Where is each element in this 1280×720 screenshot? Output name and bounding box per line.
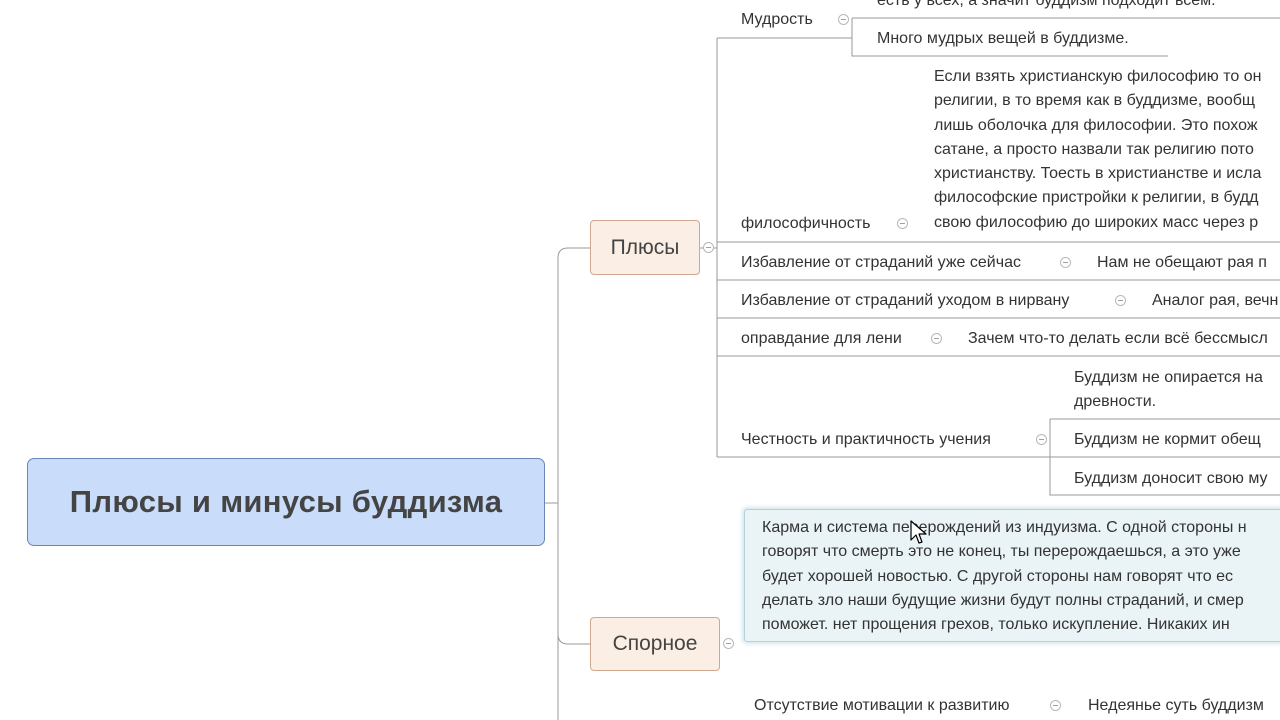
- honesty-note-line-1[interactable]: Буддизм не опирается на: [1074, 368, 1263, 388]
- central-topic-label: Плюсы и минусы буддизма: [69, 484, 503, 519]
- subtopic-laziness[interactable]: оправдание для лени: [741, 329, 902, 349]
- laziness-note[interactable]: Зачем что-то делать если всё бессмысл: [968, 329, 1268, 349]
- collapse-icon[interactable]: [1050, 700, 1061, 711]
- wisdom-note-2[interactable]: Много мудрых вещей в буддизме.: [877, 29, 1129, 49]
- karma-text-line: поможет. нет прощения грехов, только иск…: [762, 616, 1230, 634]
- karma-text-line: говорят что смерть это не конец, ты пере…: [762, 543, 1241, 561]
- mouse-cursor-icon: [910, 520, 927, 544]
- philosophy-note-line: сатане, а просто назвали так религию пот…: [934, 140, 1254, 158]
- philosophy-note-line: Если взять христианскую философию то он: [934, 68, 1262, 85]
- wisdom-note-1[interactable]: есть у всех, а значит буддизм подходит в…: [877, 0, 1216, 11]
- motivation-note[interactable]: Недеянье суть буддизм: [1088, 696, 1264, 716]
- collapse-icon[interactable]: [897, 218, 908, 229]
- main-topic-pros[interactable]: Плюсы: [590, 220, 700, 275]
- collapse-icon[interactable]: [931, 333, 942, 344]
- subtopic-honesty[interactable]: Честность и практичность учения: [741, 430, 991, 450]
- karma-text-line: будет хорошей новостью. С другой стороны…: [762, 567, 1234, 585]
- subtopic-philosophy[interactable]: философичность: [741, 214, 870, 234]
- subtopic-motivation[interactable]: Отсутствие мотивации к развитию: [754, 696, 1009, 716]
- philosophy-note[interactable]: Если взять христианскую философию то он …: [934, 65, 1280, 235]
- main-topic-pros-label: Плюсы: [610, 235, 680, 259]
- karma-text-line: делать зло наши будущие жизни будут полн…: [762, 591, 1244, 609]
- honesty-note-line-2[interactable]: древности.: [1074, 392, 1156, 412]
- subtopic-relief-nirvana[interactable]: Избавление от страданий уходом в нирвану: [741, 291, 1069, 311]
- karma-text-line: Карма и система перерождений из индуизма…: [762, 519, 1247, 536]
- main-topic-controversial[interactable]: Спорное: [590, 617, 720, 671]
- karma-topic-box[interactable]: Карма и система перерождений из индуизма…: [744, 509, 1280, 642]
- collapse-icon[interactable]: [838, 14, 849, 25]
- relief-now-note[interactable]: Нам не обещают рая п: [1097, 253, 1267, 273]
- relief-nirvana-note[interactable]: Аналог рая, вечн: [1152, 291, 1278, 311]
- collapse-icon[interactable]: [1060, 257, 1071, 268]
- collapse-icon[interactable]: [703, 242, 714, 253]
- central-topic[interactable]: Плюсы и минусы буддизма: [27, 458, 545, 546]
- mind-map-canvas[interactable]: Плюсы и минусы буддизма Плюсы Спорное Му…: [0, 0, 1280, 720]
- philosophy-note-line: философские пристройки к религии, в будд: [934, 189, 1259, 207]
- honesty-note-2[interactable]: Буддизм не кормит обещ: [1074, 430, 1261, 450]
- subtopic-relief-now[interactable]: Избавление от страданий уже сейчас: [741, 253, 1021, 273]
- subtopic-wisdom[interactable]: Мудрость: [741, 10, 813, 30]
- honesty-note-3[interactable]: Буддизм доносит свою му: [1074, 469, 1268, 489]
- philosophy-note-line: лишь оболочка для философии. Это похож: [934, 116, 1258, 134]
- philosophy-note-line: религии, в то время как в буддизме, вооб…: [934, 92, 1256, 110]
- philosophy-note-line: христианству. Тоесть в христианстве и ис…: [934, 165, 1262, 183]
- philosophy-note-line: свою философию до широких масс через р: [934, 213, 1259, 231]
- main-topic-controversial-label: Спорное: [612, 632, 698, 655]
- collapse-icon[interactable]: [1036, 434, 1047, 445]
- collapse-icon[interactable]: [723, 638, 734, 649]
- collapse-icon[interactable]: [1115, 295, 1126, 306]
